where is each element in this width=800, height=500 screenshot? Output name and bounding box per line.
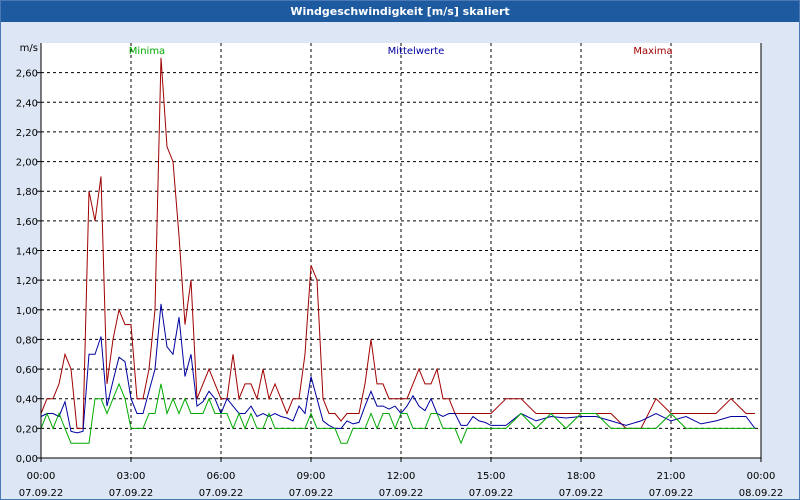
x-tick-date: 07.09.22 <box>559 488 604 499</box>
x-tick-date: 07.09.22 <box>289 488 334 499</box>
y-tick-label: 1,40 <box>16 247 38 258</box>
y-tick-label: 1,60 <box>16 217 38 228</box>
x-tick-time: 03:00 <box>117 471 146 482</box>
y-tick-label: 2,60 <box>16 69 38 80</box>
chart-svg: 0,00 0,20 0,40 0,60 0,80 1,00 1,20 1,40 1,60 1,80… <box>16 43 784 499</box>
x-tick-date: 07.09.22 <box>469 488 514 499</box>
y-tick-label: 2,40 <box>16 98 38 109</box>
x-tick-date: 08.09.22 <box>739 488 784 499</box>
y-tick-label: 1,20 <box>16 276 38 287</box>
y-tick-label: 0,60 <box>16 365 38 376</box>
x-tick-time: 15:00 <box>477 471 506 482</box>
x-tick-date: 07.09.22 <box>379 488 424 499</box>
x-tick-date: 07.09.22 <box>19 488 64 499</box>
chart-window: Windgeschwindigkeit [m/s] skaliert 0,00 0… <box>0 0 800 500</box>
grid <box>41 43 761 458</box>
y-tick-label: 0,00 <box>16 454 38 465</box>
x-tick-date: 07.09.22 <box>649 488 694 499</box>
x-tick-time: 00:00 <box>27 471 56 482</box>
y-tick-label: 2,20 <box>16 128 38 139</box>
x-tick-time: 18:00 <box>567 471 596 482</box>
y-tick-label: 1,00 <box>16 306 38 317</box>
x-tick-date: 07.09.22 <box>199 488 244 499</box>
y-tick-label: 0,40 <box>16 395 38 406</box>
legend-item-minima: Minima <box>129 46 165 57</box>
x-tick-time: 00:00 <box>747 471 776 482</box>
chart-title: Windgeschwindigkeit [m/s] skaliert <box>1 1 799 22</box>
x-tick-time: 21:00 <box>657 471 686 482</box>
x-tick-time: 12:00 <box>387 471 416 482</box>
x-tick-time: 09:00 <box>297 471 326 482</box>
y-tick-label: 1,80 <box>16 187 38 198</box>
y-tick-label: 0,80 <box>16 335 38 346</box>
y-tick-label: 2,00 <box>16 158 38 169</box>
y-axis-label: m/s <box>20 43 38 54</box>
x-tick-time: 06:00 <box>207 471 236 482</box>
x-tick-date: 07.09.22 <box>109 488 154 499</box>
y-tick-label: 0,20 <box>16 424 38 435</box>
legend-item-maxima: Maxima <box>633 46 672 57</box>
legend-item-mittelwerte: Mittelwerte <box>388 46 445 57</box>
